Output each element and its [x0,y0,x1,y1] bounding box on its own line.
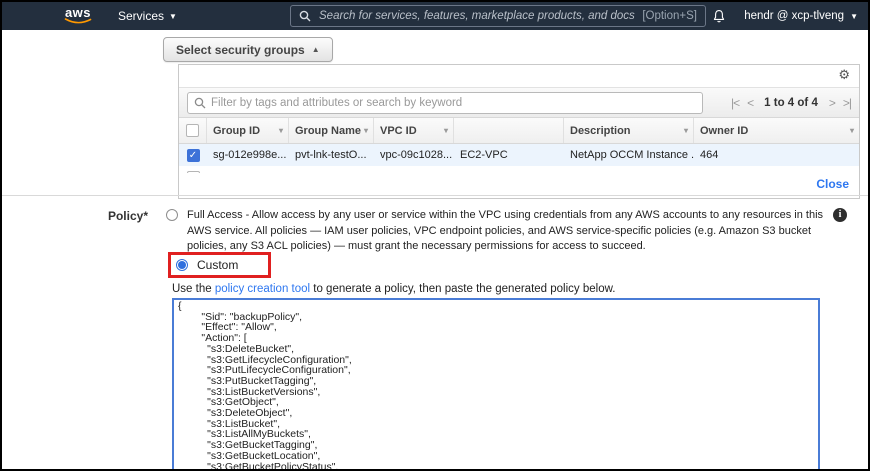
sort-caret-icon[interactable]: ▾ [684,126,688,135]
close-link[interactable]: Close [816,177,849,191]
sort-caret-icon[interactable]: ▾ [364,126,368,135]
column-label: VPC ID [380,125,417,137]
column-header-group-name[interactable]: Group Name▾ [289,118,374,143]
topbar-right-group: hendr @ xcp-tlveng ▼ [712,2,858,30]
security-groups-panel: ⚙ |< < 1 to 4 of 4 > >| Group ID ▾ Group … [178,64,860,199]
full-access-radio[interactable] [166,209,178,221]
pagination-first-button[interactable]: |< [731,96,739,110]
cell-group-id: sg-012e998e... [207,149,289,161]
aws-logo-text: aws [65,8,91,18]
select-all-checkbox[interactable] [186,124,199,137]
info-icon[interactable]: i [833,208,847,222]
column-header-owner-id[interactable]: Owner ID ▾ [694,118,859,143]
pagination: |< < 1 to 4 of 4 > >| [731,96,851,110]
column-label: Group Name [295,125,361,137]
sort-caret-icon[interactable]: ▾ [279,126,283,135]
panel-settings-row: ⚙ [179,65,859,87]
notifications-bell-icon[interactable] [712,9,726,24]
table-toolbar: |< < 1 to 4 of 4 > >| [179,87,859,117]
aws-logo[interactable]: aws [64,8,92,25]
chevron-up-icon: ▲ [312,45,320,54]
cell-description: NetApp OCCM Instance ... [564,149,694,161]
table-row[interactable]: ✓ sg-012e998e... pvt-lnk-testO... vpc-09… [179,144,859,166]
select-security-groups-label: Select security groups [176,43,305,57]
security-groups-table: Group ID▾ Group Name▾ VPC ID▾ Descriptio… [179,117,859,173]
search-icon [299,10,311,22]
pagination-range-text: 1 to 4 of 4 [764,97,818,109]
cell-vpc-name: EC2-VPC [454,149,564,161]
row-checkbox[interactable]: ✓ [187,149,200,162]
column-header-vpc-name [454,118,564,143]
custom-label: Custom [197,258,238,272]
services-menu[interactable]: Services ▼ [118,9,177,23]
custom-option-highlight-box: Custom [168,252,271,278]
policy-helper-text: Use the policy creation tool to generate… [172,283,615,295]
table-header-row: Group ID▾ Group Name▾ VPC ID▾ Descriptio… [179,117,859,144]
global-search[interactable]: Search for services, features, marketpla… [290,5,706,27]
filter-field[interactable] [187,92,703,114]
cell-owner-id: 464 [694,149,859,161]
search-shortcut-hint: [Option+S] [642,10,697,22]
pagination-last-button[interactable]: >| [843,96,851,110]
aws-top-navbar: aws Services ▼ Search for services, feat… [2,2,868,30]
chevron-down-icon: ▼ [850,12,858,21]
sort-caret-icon[interactable]: ▾ [850,126,854,135]
helper-suffix: to generate a policy, then paste the gen… [310,283,615,295]
custom-policy-textarea[interactable]: { "Sid": "backupPolicy", "Effect": "Allo… [172,298,820,471]
aws-smile-icon [64,18,92,25]
full-access-option: Full Access - Allow access by any user o… [166,208,828,255]
policy-field-label: Policy* [2,209,148,223]
search-placeholder: Search for services, features, marketpla… [319,10,635,22]
pagination-next-button[interactable]: > [829,96,835,110]
search-icon [194,97,206,109]
pagination-prev-button[interactable]: < [747,96,753,110]
column-label: Group ID [213,125,260,137]
app-window: aws Services ▼ Search for services, feat… [0,0,870,471]
select-all-checkbox-cell [179,118,207,143]
chevron-down-icon: ▼ [169,12,177,21]
gear-icon[interactable]: ⚙ [838,68,850,84]
policy-creation-tool-link[interactable]: policy creation tool [215,283,310,295]
custom-radio[interactable] [176,259,188,271]
column-header-vpc-id[interactable]: VPC ID ▾ [374,118,454,143]
select-security-groups-button[interactable]: Select security groups ▲ [163,37,333,62]
column-label: Description [570,125,631,137]
sort-caret-icon[interactable]: ▾ [444,126,448,135]
column-header-description[interactable]: Description ▾ [564,118,694,143]
cell-vpc-id: vpc-09c1028... [374,149,454,161]
full-access-label: Full Access - Allow access by any user o… [187,208,828,255]
account-menu[interactable]: hendr @ xcp-tlveng ▼ [744,10,858,22]
column-label: Owner ID [700,125,748,137]
table-row-clipped[interactable] [179,166,859,173]
account-label: hendr @ xcp-tlveng [744,10,844,22]
column-header-group-id[interactable]: Group ID ▾ [207,118,289,143]
services-label: Services [118,9,164,23]
filter-input[interactable] [211,97,696,109]
section-divider [2,195,868,196]
cell-group-name: pvt-lnk-testO... [289,149,374,161]
helper-prefix: Use the [172,283,215,295]
row-checkbox-cell: ✓ [179,149,207,162]
